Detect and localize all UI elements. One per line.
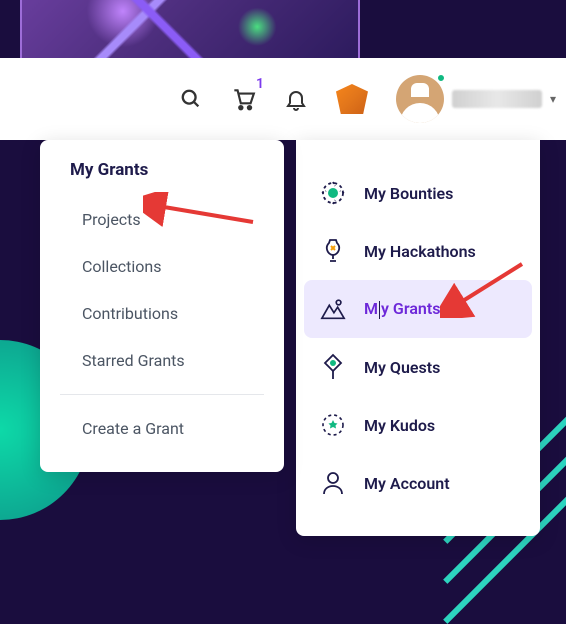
menu-label: My Quests xyxy=(364,358,440,377)
chevron-down-icon: ▾ xyxy=(550,92,556,106)
metamask-icon[interactable] xyxy=(336,84,368,114)
submenu-create-grant[interactable]: Create a Grant xyxy=(40,405,284,452)
user-menu[interactable]: ▾ xyxy=(396,75,556,123)
divider xyxy=(60,394,264,395)
annotation-arrow-left xyxy=(143,192,263,232)
submenu-collections[interactable]: Collections xyxy=(40,243,284,290)
bell-icon[interactable] xyxy=(284,87,308,111)
quests-icon xyxy=(320,354,346,380)
banner-artwork xyxy=(20,0,360,58)
cart-badge: 1 xyxy=(256,76,264,92)
kudos-icon xyxy=(320,412,346,438)
grants-submenu: My Grants Projects Collections Contribut… xyxy=(40,140,284,472)
annotation-arrow-right xyxy=(440,258,530,318)
menu-label: My Grants xyxy=(364,299,440,319)
hackathons-icon xyxy=(320,238,346,264)
search-icon[interactable] xyxy=(180,88,202,110)
cart-icon[interactable]: 1 xyxy=(230,86,256,112)
username-blurred xyxy=(452,90,542,108)
avatar xyxy=(396,75,444,123)
submenu-contributions[interactable]: Contributions xyxy=(40,290,284,337)
bounties-icon xyxy=(320,180,346,206)
top-navbar: 1 ▾ xyxy=(0,58,566,140)
menu-my-bounties[interactable]: My Bounties xyxy=(296,164,540,222)
menu-label: My Bounties xyxy=(364,184,453,203)
status-dot xyxy=(436,73,446,83)
submenu-starred-grants[interactable]: Starred Grants xyxy=(40,337,284,384)
menu-my-quests[interactable]: My Quests xyxy=(296,338,540,396)
menu-label: My Kudos xyxy=(364,416,435,435)
menu-my-account[interactable]: My Account xyxy=(296,454,540,512)
grants-icon xyxy=(320,296,346,322)
menu-my-kudos[interactable]: My Kudos xyxy=(296,396,540,454)
menu-label: My Account xyxy=(364,474,450,493)
submenu-title: My Grants xyxy=(40,160,284,196)
user-dropdown-menu: My Bounties My Hackathons My Grants xyxy=(296,140,540,536)
account-icon xyxy=(320,470,346,496)
